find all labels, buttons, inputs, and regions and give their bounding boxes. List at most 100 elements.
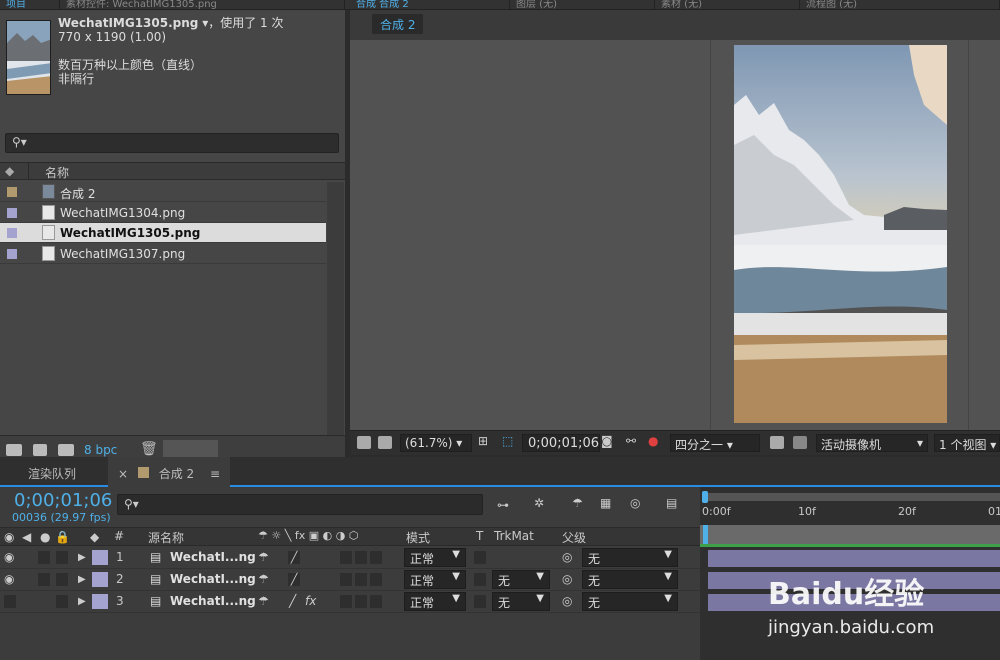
frame-blending-icon[interactable]: ▦ (600, 496, 611, 510)
camera-dropdown[interactable]: 活动摄像机 ▾ (816, 434, 928, 452)
snapshot-icon[interactable]: ◙ (601, 434, 613, 448)
current-time-display[interactable]: 0;00;01;06 (522, 434, 600, 452)
channel-icon[interactable]: ● (648, 434, 658, 448)
project-item-footage-1305[interactable]: WechatIMG1305.png (0, 223, 326, 243)
layer-row-3[interactable]: ▶ 3 ▤ WechatI...ng ☂ ╱ fx 正常 ▼ 无 ▼ ◎ 无 ▼ (0, 591, 700, 613)
project-item-comp[interactable]: 合成 2 品 (0, 182, 341, 202)
parent-dropdown[interactable]: 无 ▼ (582, 548, 678, 567)
label-tag-icon[interactable]: ◆ (5, 164, 14, 178)
t-header[interactable]: T (476, 529, 483, 543)
time-navigator[interactable] (700, 525, 1000, 545)
preserve-transparency-toggle[interactable] (474, 595, 486, 608)
motion-blur-icon[interactable]: ◎ (630, 496, 640, 510)
switch-box[interactable] (355, 551, 367, 564)
expand-arrow-icon[interactable]: ▶ (78, 574, 86, 585)
parent-dropdown[interactable]: 无 ▼ (582, 592, 678, 611)
source-name-header[interactable]: 源名称 (148, 529, 184, 546)
eye-icon[interactable]: ◉ (4, 550, 14, 564)
grid-guide-icon[interactable]: ⊞ (478, 434, 488, 448)
comp-nav-tab[interactable]: 合成 2 (372, 14, 424, 34)
project-scrollbar[interactable] (327, 182, 344, 440)
label-color-swatch[interactable] (7, 249, 17, 259)
draft-3d-icon[interactable]: ✲ (534, 496, 544, 510)
label-color-swatch[interactable] (7, 208, 17, 218)
project-item-footage-1304[interactable]: WechatIMG1304.png (0, 203, 326, 223)
transparency-grid-icon[interactable] (793, 436, 807, 449)
dropdown-arrow-icon[interactable]: ▾ (198, 16, 208, 30)
tab-render-queue[interactable]: 渲染队列 (28, 465, 76, 482)
new-folder-icon[interactable] (33, 444, 47, 456)
monitor-icon[interactable] (378, 436, 392, 449)
label-color-swatch[interactable] (92, 572, 108, 587)
work-area-start-handle[interactable] (702, 491, 708, 503)
switch-box[interactable] (340, 573, 352, 586)
layer-row-1[interactable]: ◉ ▶ 1 ▤ WechatI...ng ☂ ╱ 正常 ▼ ◎ 无 ▼ (0, 547, 700, 569)
zoom-dropdown[interactable]: (61.7%) ▾ (400, 434, 472, 452)
switch-box[interactable] (370, 595, 382, 608)
layer-name[interactable]: WechatI...ng (170, 572, 256, 586)
shy-switch-icon[interactable]: ☂ (258, 550, 269, 564)
tab-project[interactable]: 项目 (0, 0, 60, 10)
label-color-swatch[interactable] (92, 550, 108, 565)
solo-icon[interactable]: ● (40, 530, 50, 544)
parent-dropdown[interactable]: 无 ▼ (582, 570, 678, 589)
work-area-bar[interactable] (704, 493, 1000, 501)
mode-header[interactable]: 模式 (406, 529, 430, 546)
visibility-toggle[interactable] (4, 595, 16, 608)
switch-box[interactable] (355, 595, 367, 608)
switch-box[interactable] (340, 551, 352, 564)
lock-toggle[interactable] (56, 595, 68, 608)
number-column-header[interactable]: # (114, 529, 124, 543)
pick-whip-icon[interactable]: ◎ (562, 550, 572, 564)
lock-icon[interactable]: 🔒 (55, 530, 70, 544)
resolution-dropdown[interactable]: 四分之一 ▾ (670, 434, 760, 452)
mode-dropdown[interactable]: 正常 ▼ (404, 592, 466, 611)
interpret-footage-icon[interactable] (6, 444, 22, 456)
shy-switch-icon[interactable]: ☂ (258, 594, 269, 608)
timeline-timecode[interactable]: 0;00;01;06 (14, 490, 112, 511)
switch-box[interactable] (370, 551, 382, 564)
pick-whip-icon[interactable]: ◎ (562, 594, 572, 608)
column-name-header[interactable]: 名称 (45, 164, 69, 181)
quality-switch-icon[interactable]: ╱ (288, 573, 300, 586)
panel-menu-icon[interactable]: ≡ (210, 467, 220, 481)
timeline-search-input[interactable]: ⚲▾ (117, 494, 483, 515)
project-search-input[interactable]: ⚲▾ (5, 133, 339, 153)
footage-name[interactable]: WechatIMG1305.png (58, 16, 198, 30)
switch-box[interactable] (355, 573, 367, 586)
layer-name[interactable]: WechatI...ng (170, 550, 256, 564)
label-color-swatch[interactable] (92, 594, 108, 609)
region-of-interest-icon[interactable]: ⬚ (502, 434, 513, 448)
mode-dropdown[interactable]: 正常 ▼ (404, 570, 466, 589)
always-preview-icon[interactable] (357, 436, 371, 449)
layer-name[interactable]: WechatI...ng (170, 594, 256, 608)
fast-previews-icon[interactable] (770, 436, 784, 449)
layer-duration-bar-1[interactable] (708, 550, 1000, 567)
solo-toggle[interactable] (38, 573, 50, 586)
eye-icon[interactable]: ◉ (4, 530, 14, 544)
current-time-indicator[interactable] (703, 525, 708, 545)
solo-toggle[interactable] (38, 551, 50, 564)
trash-icon[interactable]: 🗑 (140, 441, 158, 457)
expand-arrow-icon[interactable]: ▶ (78, 596, 86, 607)
pick-whip-icon[interactable]: ◎ (562, 572, 572, 586)
quality-switch-icon[interactable]: ╱ (289, 594, 296, 608)
tab-composition[interactable]: 合成 合成 2 (350, 0, 510, 10)
tab-layer[interactable]: 图层 (无) (510, 0, 655, 10)
hide-shy-layers-icon[interactable]: ☂ (572, 496, 583, 510)
layer-row-2[interactable]: ◉ ▶ 2 ▤ WechatI...ng ☂ ╱ 正常 ▼ 无 ▼ ◎ 无 ▼ (0, 569, 700, 591)
trkmat-dropdown[interactable]: 无 ▼ (492, 592, 550, 611)
footer-slider[interactable] (163, 440, 218, 458)
effects-fx-icon[interactable]: fx (305, 594, 316, 608)
tab-flowchart[interactable]: 流程图 (无) (800, 0, 1000, 10)
label-color-swatch[interactable] (7, 228, 17, 238)
mode-dropdown[interactable]: 正常 ▼ (404, 548, 466, 567)
preserve-transparency-toggle[interactable] (474, 551, 486, 564)
parent-header[interactable]: 父级 (562, 529, 586, 546)
bit-depth-button[interactable]: 8 bpc (84, 443, 117, 457)
label-color-swatch[interactable] (7, 187, 17, 197)
new-composition-icon[interactable] (58, 444, 74, 456)
tab-footage[interactable]: 素材 (无) (655, 0, 800, 10)
close-icon[interactable]: × (118, 467, 128, 481)
trkmat-header[interactable]: TrkMat (494, 529, 534, 543)
